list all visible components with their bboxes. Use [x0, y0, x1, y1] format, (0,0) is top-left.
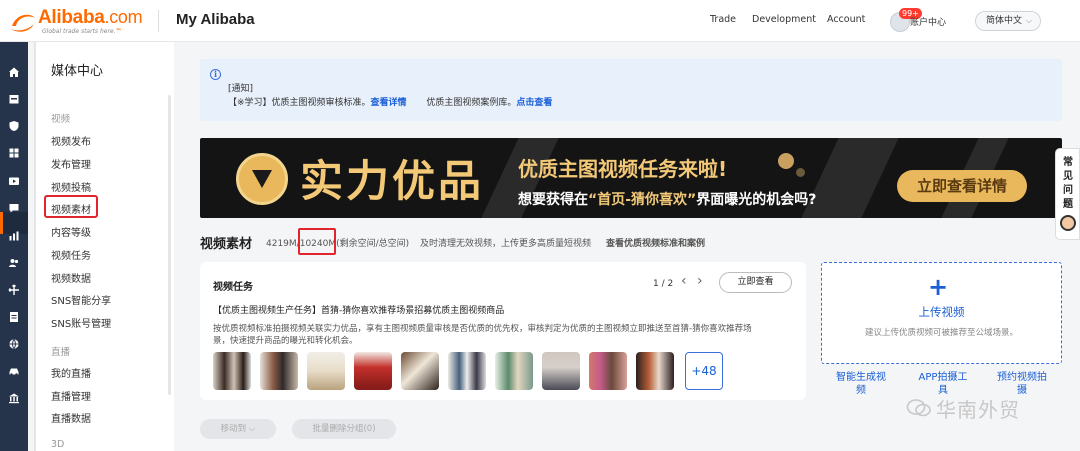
task-description: 按优质视频标准拍摄视频关联实力优品，享有主图视频质量审核是否优质的优先权，审核判… — [213, 324, 752, 334]
logo-text: Alibaba — [38, 7, 105, 28]
notice-box: i [通知] 【※学习】优质主图视频审核标准。查看详情 优质主图视频案例库。点击… — [200, 59, 1062, 121]
banner-headline: 实力优品 — [300, 157, 484, 207]
faq-float-button[interactable]: 常见问题 — [1055, 148, 1080, 240]
side-menu: 媒体中心 视频 视频发布 发布管理 视频投稿 视频素材 内容等级 视频任务 视频… — [34, 42, 174, 451]
next-arrow-icon[interactable]: › — [697, 273, 703, 289]
top-header: Alibaba.com Global trade starts here.™ M… — [0, 0, 1080, 42]
apps-icon[interactable] — [8, 147, 20, 159]
logo-tagline: Global trade starts here.™ — [42, 28, 122, 35]
page-brand[interactable]: My Alibaba — [176, 11, 255, 28]
chat-icon[interactable] — [8, 202, 20, 214]
home-icon[interactable] — [8, 66, 20, 78]
storage-highlight — [298, 228, 336, 255]
product-thumbnail[interactable] — [589, 352, 627, 390]
shield-icon[interactable] — [8, 120, 20, 132]
menu-item-video-tasks[interactable]: 视频任务 — [51, 247, 91, 262]
video-task-card: 视频任务 1 / 2 ‹ › 立即查看 【优质主图视频生产任务】首猜-猜你喜欢推… — [200, 262, 806, 400]
icon-rail — [0, 42, 28, 451]
decor-dot-icon — [778, 153, 794, 169]
product-thumbnail[interactable] — [542, 352, 580, 390]
decor-dot-icon — [796, 168, 805, 177]
logo-suffix: .com — [104, 7, 143, 27]
move-to-button[interactable]: 移动到 ⌵ — [200, 419, 276, 439]
notice-heading: [通知] — [228, 84, 254, 94]
product-thumbnail[interactable] — [401, 352, 439, 390]
video-icon[interactable] — [8, 175, 20, 187]
language-select[interactable]: 简体中文 ⌵ — [975, 11, 1041, 31]
standards-link[interactable]: 查看优质视频标准和案例 — [606, 236, 705, 249]
alibaba-smile-icon — [11, 14, 35, 32]
menu-item-my-live[interactable]: 我的直播 — [51, 365, 91, 380]
storage-label: (剩余空间/总空间) — [336, 239, 410, 249]
more-thumbnails-button[interactable]: +48 — [685, 352, 723, 390]
info-icon: i — [210, 69, 221, 80]
active-item-highlight — [44, 195, 98, 218]
product-thumbnail[interactable] — [495, 352, 533, 390]
notice-body: 【※学习】优质主图视频审核标准。查看详情 优质主图视频案例库。点击查看 — [228, 98, 553, 108]
task-title: 【优质主图视频生产任务】首猜-猜你喜欢推荐场景招募优质主图视频商品 — [213, 306, 505, 316]
language-label: 简体中文 — [986, 16, 1023, 26]
nav-development[interactable]: Development — [752, 14, 816, 25]
logistics-icon[interactable] — [8, 284, 20, 296]
menu-item-publish-manage[interactable]: 发布管理 — [51, 156, 91, 171]
notice-link-cases[interactable]: 点击查看 — [516, 98, 552, 108]
plus-icon: + — [928, 273, 949, 301]
watermark-text: 华南外贸 — [936, 398, 1020, 422]
upload-description: 建议上传优质视频可被推荐至公域场景。 — [864, 328, 1018, 338]
users-icon[interactable] — [8, 257, 20, 269]
menu-item-live-data[interactable]: 直播数据 — [51, 410, 91, 425]
batch-delete-button[interactable]: 批量删除分组(0) — [292, 419, 396, 439]
car-icon[interactable] — [8, 365, 20, 377]
menu-group-live: 直播 — [51, 347, 71, 358]
product-thumbnail[interactable] — [448, 352, 486, 390]
menu-item-content-level[interactable]: 内容等级 — [51, 224, 91, 239]
section-title: 视频素材 — [200, 237, 253, 252]
play-triangle-icon — [252, 170, 272, 188]
product-thumbnail[interactable] — [636, 352, 674, 390]
banner-title: 优质主图视频任务来啦! — [518, 157, 728, 181]
tool-smart-generate[interactable]: 智能生成视频 — [831, 371, 891, 397]
storage-hint: 及时清理无效视频，上传更多高质量短视频 — [420, 239, 592, 249]
product-thumbnail[interactable] — [260, 352, 298, 390]
product-thumbnail[interactable] — [307, 352, 345, 390]
banner-subtitle: 想要获得在“首页-猜你喜欢”界面曝光的机会吗? — [518, 192, 817, 208]
header-divider — [158, 10, 159, 32]
upload-title: 上传视频 — [918, 305, 965, 319]
storage-used: 4219M/10240M(剩余空间/总空间) — [266, 239, 410, 249]
nav-trade[interactable]: Trade — [710, 14, 736, 25]
menu-divider — [34, 42, 36, 451]
upload-video-panel[interactable]: + 上传视频 建议上传优质视频可被推荐至公域场景。 — [821, 262, 1062, 364]
menu-scrollbar[interactable] — [168, 95, 171, 395]
wechat-icon — [906, 399, 931, 417]
menu-item-video-publish[interactable]: 视频发布 — [51, 133, 91, 148]
menu-item-video-data[interactable]: 视频数据 — [51, 270, 91, 285]
view-task-button[interactable]: 立即查看 — [719, 272, 792, 293]
account-center-link[interactable]: 账户中心 — [910, 15, 946, 28]
menu-title: 媒体中心 — [51, 64, 104, 79]
promo-banner[interactable]: 实力优品 优质主图视频任务来啦! 想要获得在“首页-猜你喜欢”界面曝光的机会吗?… — [200, 138, 1062, 218]
task-pager: 1 / 2 — [653, 279, 674, 289]
menu-group-3d: 3D — [51, 439, 65, 450]
bank-icon[interactable] — [8, 392, 20, 404]
nav-account[interactable]: Account — [827, 14, 865, 25]
product-thumbnail[interactable] — [213, 352, 251, 390]
assistant-avatar-icon — [1060, 215, 1076, 231]
menu-group-video: 视频 — [51, 114, 71, 125]
product-thumbnail[interactable] — [354, 352, 392, 390]
menu-item-sns-accounts[interactable]: SNS账号管理 — [51, 315, 111, 330]
faq-label: 常见问题 — [1063, 157, 1073, 210]
card-title: 视频任务 — [213, 282, 253, 293]
document-icon[interactable] — [8, 311, 20, 323]
task-description-cont: 景，快速提升商品的曝光和转化机会。 — [213, 336, 358, 346]
chevron-down-icon: ⌵ — [1025, 16, 1032, 25]
prev-arrow-icon[interactable]: ‹ — [681, 273, 687, 289]
shop-icon[interactable] — [8, 93, 20, 105]
chart-icon[interactable] — [8, 230, 20, 242]
notice-link-details[interactable]: 查看详情 — [371, 98, 407, 108]
menu-item-sns-share[interactable]: SNS智能分享 — [51, 292, 111, 307]
banner-cta-button[interactable]: 立即查看详情 — [897, 170, 1027, 202]
globe-icon[interactable] — [8, 338, 20, 350]
menu-item-video-submit[interactable]: 视频投稿 — [51, 179, 91, 194]
menu-item-live-manage[interactable]: 直播管理 — [51, 388, 91, 403]
